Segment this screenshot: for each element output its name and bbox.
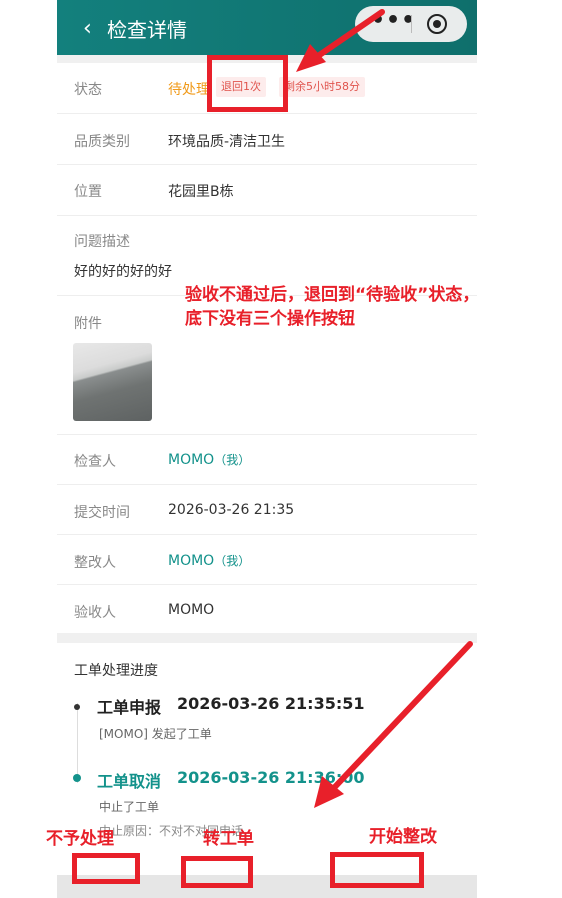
annotation-arrows — [296, 9, 473, 808]
highlight-start-box — [330, 852, 424, 888]
annotation-transfer: 转工单 — [203, 829, 254, 849]
annotation-no-handle: 不予处理 — [46, 829, 114, 849]
arrow-top-head — [296, 44, 326, 72]
annotation-start: 开始整改 — [369, 827, 437, 847]
arrow-bottom-line — [329, 641, 473, 793]
highlight-no-handle-box — [72, 853, 140, 884]
arrow-top-line — [315, 9, 385, 59]
highlight-transfer-box — [181, 856, 253, 888]
highlight-badge-box — [207, 55, 288, 112]
annotation-note: 验收不通过后，退回到“待验收”状态， 底下没有三个操作按钮 — [185, 285, 480, 329]
